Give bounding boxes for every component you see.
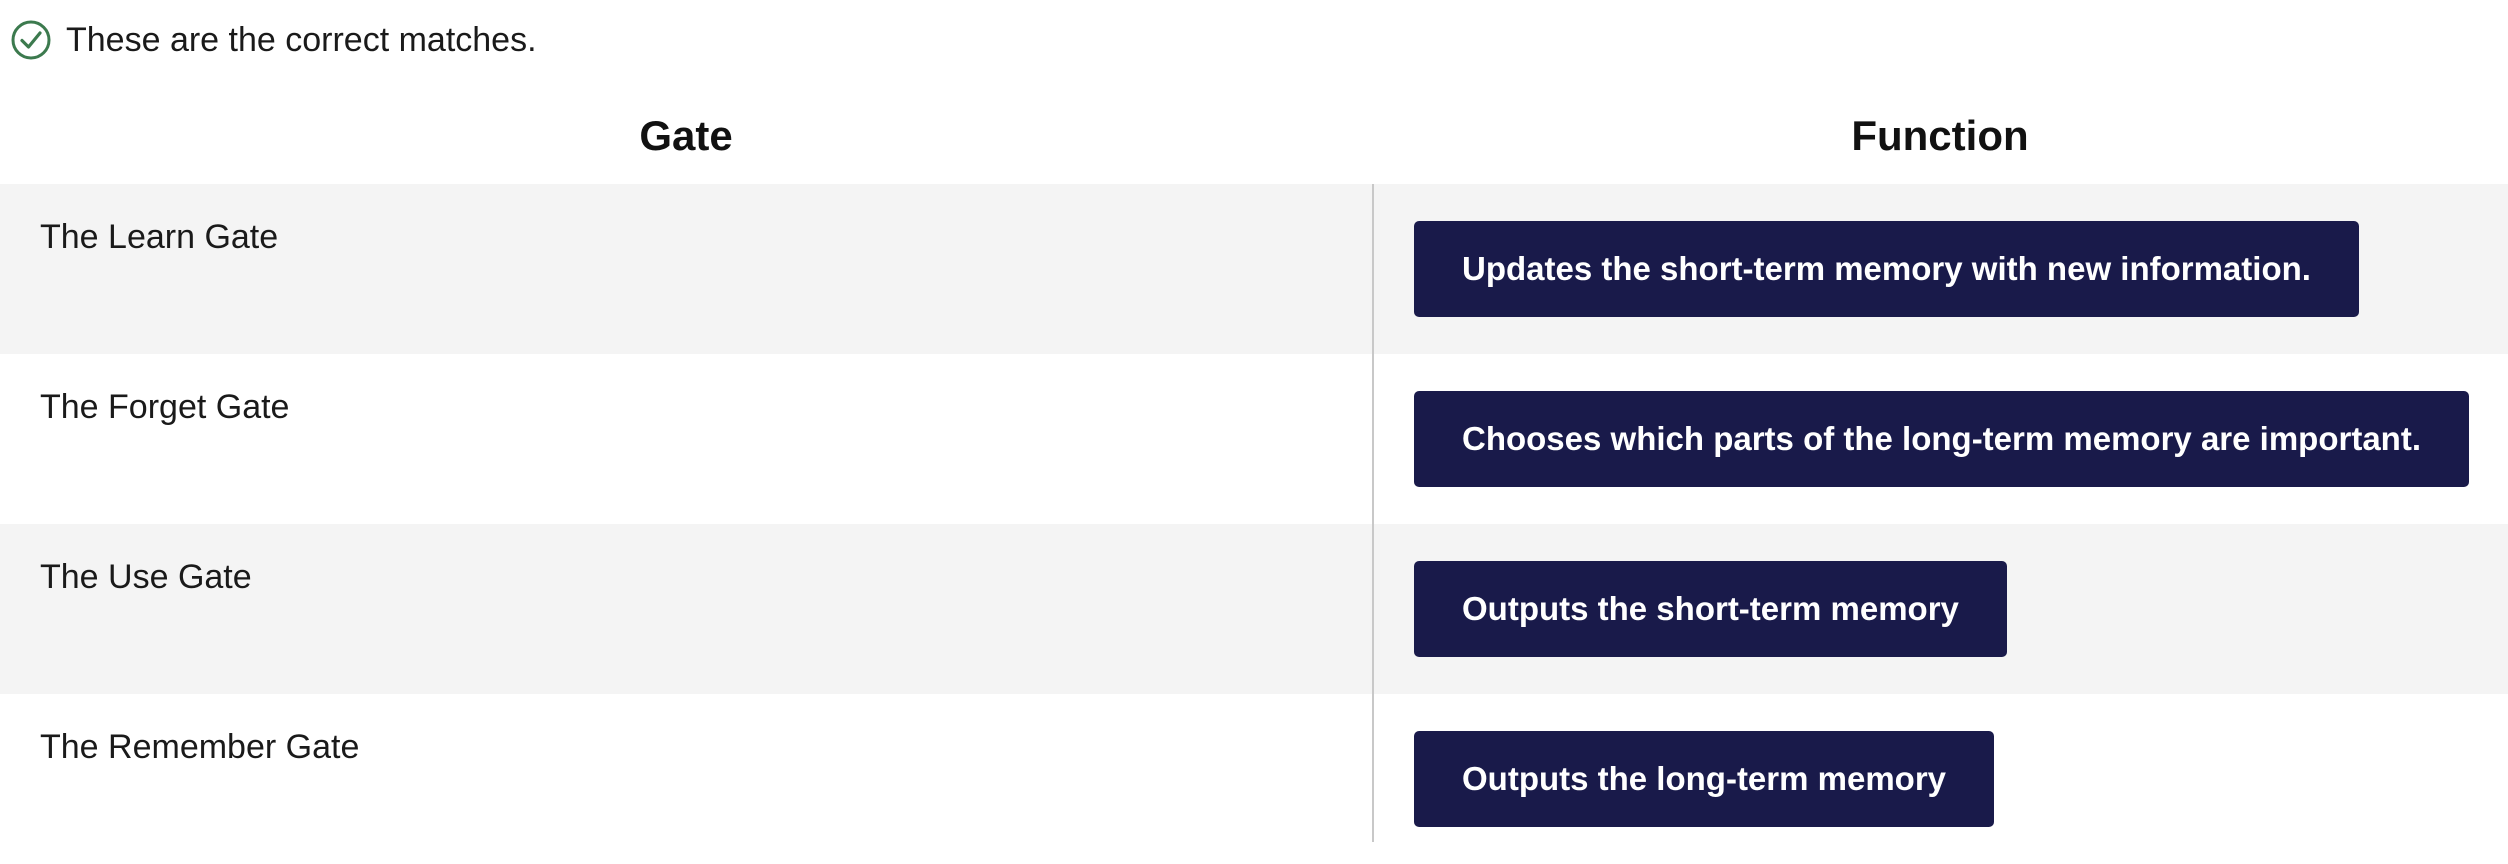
column-header-gate: Gate — [639, 112, 733, 159]
gate-label: The Remember Gate — [40, 728, 360, 766]
function-answer-card[interactable]: Updates the short-term memory with new i… — [1414, 221, 2359, 317]
table-row: The Use Gate Outputs the short-term memo… — [0, 524, 2508, 694]
column-header-function: Function — [1851, 112, 2029, 159]
table-row: The Remember Gate Outputs the long-term … — [0, 694, 2508, 864]
gate-label: The Forget Gate — [40, 388, 290, 426]
feedback-banner: These are the correct matches. — [10, 18, 537, 62]
column-divider — [1372, 184, 1374, 842]
table-row: The Learn Gate Updates the short-term me… — [0, 184, 2508, 354]
function-answer-card[interactable]: Outputs the short-term memory — [1414, 561, 2007, 657]
function-answer-card[interactable]: Chooses which parts of the long-term mem… — [1414, 391, 2469, 487]
feedback-message: These are the correct matches. — [66, 20, 537, 59]
gate-label: The Learn Gate — [40, 218, 279, 256]
function-answer-card[interactable]: Outputs the long-term memory — [1414, 731, 1995, 827]
check-circle-icon — [11, 20, 51, 60]
gate-label: The Use Gate — [40, 558, 252, 596]
match-table: The Learn Gate Updates the short-term me… — [0, 184, 2508, 864]
table-row: The Forget Gate Chooses which parts of t… — [0, 354, 2508, 524]
table-header: Gate Function — [0, 98, 2508, 184]
